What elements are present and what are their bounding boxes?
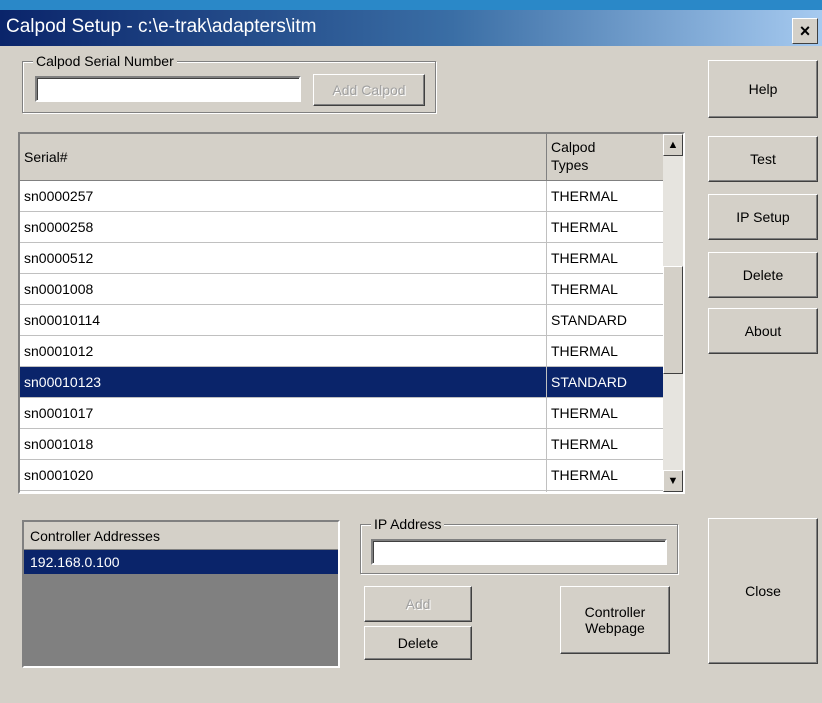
- table-row[interactable]: sn0001022THERMAL: [20, 491, 663, 492]
- top-border: [0, 0, 822, 10]
- column-header-calpod-types[interactable]: Calpod Types: [547, 134, 663, 180]
- serial-number-input[interactable]: [35, 76, 301, 102]
- controller-webpage-label-line2: Webpage: [585, 620, 645, 636]
- grid-header: Serial# Calpod Types: [20, 134, 663, 181]
- column-header-serial[interactable]: Serial#: [20, 134, 547, 180]
- ip-address-group-label: IP Address: [371, 516, 445, 532]
- column-header-type-line2: Types: [551, 157, 589, 173]
- list-item-selected[interactable]: 192.168.0.100: [24, 550, 338, 574]
- cell-type: THERMAL: [551, 405, 618, 421]
- cell-type: THERMAL: [547, 491, 663, 492]
- table-row[interactable]: sn0001020 THERMAL: [20, 460, 663, 491]
- calpod-grid[interactable]: Serial# Calpod Types sn0000257 THERMAL sn…: [18, 132, 685, 494]
- about-button[interactable]: About: [708, 308, 818, 354]
- controller-addresses-header: Controller Addresses: [24, 522, 338, 550]
- add-ip-button[interactable]: Add: [364, 586, 472, 622]
- scroll-up-arrow-icon[interactable]: ▲: [663, 134, 683, 156]
- serial-number-group-label: Calpod Serial Number: [33, 53, 177, 69]
- cell-serial: sn0001022: [20, 491, 547, 492]
- cell-serial: sn0000257: [20, 181, 547, 211]
- table-row[interactable]: sn0001018 THERMAL: [20, 429, 663, 460]
- cell-serial: sn0001008: [20, 274, 547, 304]
- grid-vertical-scrollbar[interactable]: ▲ ▼: [663, 134, 683, 492]
- ip-address-input[interactable]: [371, 539, 667, 565]
- table-row[interactable]: sn0001017 THERMAL: [20, 398, 663, 429]
- title-bar[interactable]: Calpod Setup - c:\e-trak\adapters\itm ×: [0, 10, 822, 46]
- cell-type: THERMAL: [551, 188, 618, 204]
- ip-setup-button[interactable]: IP Setup: [708, 194, 818, 240]
- add-calpod-button[interactable]: Add Calpod: [313, 74, 425, 106]
- cell-type: THERMAL: [551, 219, 618, 235]
- cell-type: THERMAL: [551, 281, 618, 297]
- ip-address-group: IP Address: [360, 516, 678, 574]
- dialog-body: Calpod Serial Number Add Calpod Serial# …: [0, 46, 822, 703]
- cell-serial: sn0001020: [20, 460, 547, 490]
- cell-serial: sn0000512: [20, 243, 547, 273]
- controller-addresses-list[interactable]: Controller Addresses 192.168.0.100: [22, 520, 340, 668]
- table-row-selected[interactable]: sn00010123 STANDARD: [20, 367, 663, 398]
- column-header-type-line1: Calpod: [551, 139, 596, 155]
- cell-serial: sn0001012: [20, 336, 547, 366]
- cell-type: STANDARD: [551, 312, 627, 328]
- help-button[interactable]: Help: [708, 60, 818, 118]
- table-row[interactable]: sn0000258 THERMAL: [20, 212, 663, 243]
- controller-webpage-button[interactable]: Controller Webpage: [560, 586, 670, 654]
- cell-type: STANDARD: [551, 374, 627, 390]
- table-row[interactable]: sn0000512 THERMAL: [20, 243, 663, 274]
- cell-serial: sn0001017: [20, 398, 547, 428]
- window-title: Calpod Setup - c:\e-trak\adapters\itm: [6, 16, 317, 37]
- delete-calpod-button[interactable]: Delete: [708, 252, 818, 298]
- close-button[interactable]: Close: [708, 518, 818, 664]
- grid-rows: sn0000257 THERMAL sn0000258 THERMAL sn0000…: [20, 181, 663, 492]
- scroll-down-arrow-icon[interactable]: ▼: [663, 470, 683, 492]
- cell-serial: sn0000258: [20, 212, 547, 242]
- test-button[interactable]: Test: [708, 136, 818, 182]
- delete-ip-button[interactable]: Delete: [364, 626, 472, 660]
- serial-number-group: Calpod Serial Number Add Calpod: [22, 53, 436, 113]
- cell-type: THERMAL: [551, 467, 618, 483]
- table-row[interactable]: sn0000257 THERMAL: [20, 181, 663, 212]
- scrollbar-thumb[interactable]: [663, 266, 683, 374]
- cell-serial: sn00010123: [20, 367, 547, 397]
- cell-type: THERMAL: [551, 343, 618, 359]
- controller-webpage-label-line1: Controller: [584, 604, 646, 620]
- cell-serial: sn00010114: [20, 305, 547, 335]
- table-row[interactable]: sn0001008 THERMAL: [20, 274, 663, 305]
- cell-type: THERMAL: [551, 250, 618, 266]
- close-window-button[interactable]: ×: [792, 18, 818, 44]
- table-row[interactable]: sn00010114 STANDARD: [20, 305, 663, 336]
- table-row[interactable]: sn0001012 THERMAL: [20, 336, 663, 367]
- cell-type: THERMAL: [551, 436, 618, 452]
- cell-serial: sn0001018: [20, 429, 547, 459]
